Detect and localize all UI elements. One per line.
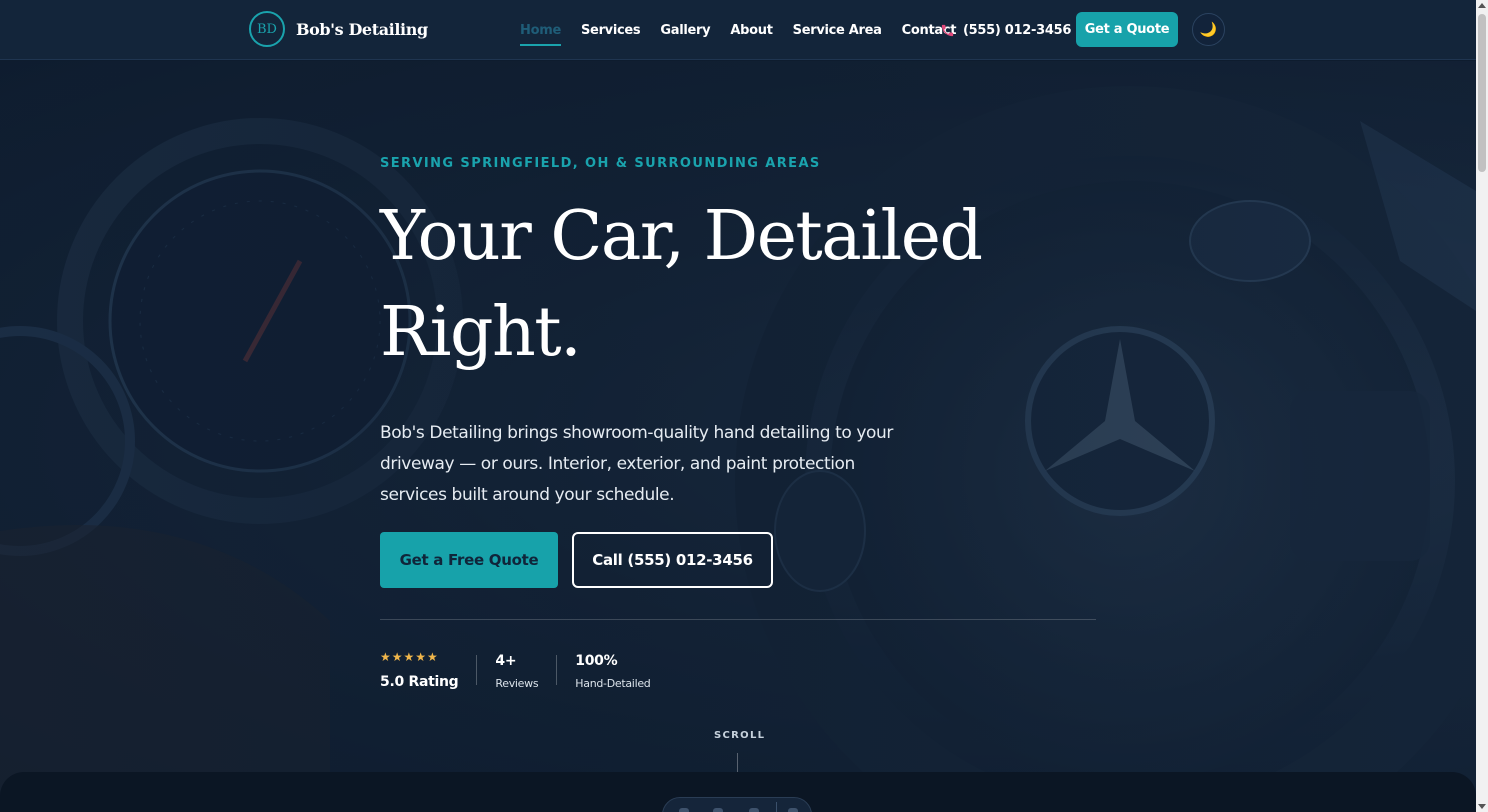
brand-name: Bob's Detailing <box>296 19 428 39</box>
stat-rating-label: 5.0 Rating <box>380 674 459 690</box>
navbar: BD Bob's Detailing Home Services Gallery… <box>0 0 1476 60</box>
hero-title: Your Car, Detailed Right. <box>380 189 1080 381</box>
hero-stats: ★★★★★ 5.0 Rating 4+ Reviews 100% Hand-De… <box>380 649 651 690</box>
phone-icon <box>941 24 954 36</box>
stat-reviews-label: Reviews <box>495 677 539 690</box>
hero-description: Bob's Detailing brings showroom-quality … <box>380 423 894 505</box>
moon-icon: 🌙 <box>1199 21 1218 38</box>
stat-rating: ★★★★★ 5.0 Rating <box>380 649 459 690</box>
call-phone-button[interactable]: Call (555) 012-3456 <box>572 532 773 588</box>
stat-hand-detailed: 100% Hand-Detailed <box>575 649 651 690</box>
nav-link-home[interactable]: Home <box>520 23 561 46</box>
hero-divider <box>380 619 1096 620</box>
stat-divider <box>476 655 478 685</box>
scroll-down-arrow-icon[interactable] <box>1478 804 1486 809</box>
toolbar-tool-icon[interactable] <box>679 808 689 812</box>
hero-title-line2: Right. <box>380 293 582 372</box>
floating-toolbar[interactable] <box>662 797 812 812</box>
toolbar-tool-icon[interactable] <box>749 808 759 812</box>
stat-reviews-value: 4+ <box>495 653 517 669</box>
scroll-up-arrow-icon[interactable] <box>1478 3 1486 8</box>
nav-phone-link[interactable]: (555) 012-3456 <box>940 0 1071 60</box>
stat-hand-label: Hand-Detailed <box>575 677 651 690</box>
stat-divider <box>556 655 558 685</box>
scroll-indicator-line <box>737 753 738 773</box>
star-rating-icons: ★★★★★ <box>380 650 439 664</box>
next-section <box>0 772 1476 812</box>
settings-icon[interactable] <box>788 808 798 812</box>
nav-phone-text: (555) 012-3456 <box>963 22 1072 38</box>
hero-section: SERVING SPRINGFIELD, OH & SURROUNDING AR… <box>0 61 1476 812</box>
nav-link-about[interactable]: About <box>730 23 773 38</box>
stat-hand-value: 100% <box>575 653 618 669</box>
get-free-quote-button[interactable]: Get a Free Quote <box>380 532 558 588</box>
hero-eyebrow: SERVING SPRINGFIELD, OH & SURROUNDING AR… <box>380 156 821 171</box>
page-scrollbar[interactable] <box>1476 0 1488 812</box>
get-a-quote-button[interactable]: Get a Quote <box>1076 12 1178 47</box>
brand-badge: BD <box>249 11 285 47</box>
hero-title-line1: Your Car, Detailed <box>380 197 983 276</box>
theme-toggle-button[interactable]: 🌙 <box>1192 13 1225 46</box>
brand-logo[interactable]: BD Bob's Detailing <box>249 11 428 47</box>
scrollbar-thumb[interactable] <box>1478 14 1486 172</box>
nav-link-gallery[interactable]: Gallery <box>660 23 710 38</box>
nav-link-service-area[interactable]: Service Area <box>793 23 882 38</box>
scroll-indicator-label[interactable]: SCROLL <box>714 730 765 741</box>
nav-links: Home Services Gallery About Service Area… <box>520 0 976 60</box>
toolbar-divider <box>776 802 777 812</box>
stat-reviews: 4+ Reviews <box>495 649 538 690</box>
toolbar-tool-icon[interactable] <box>713 808 723 812</box>
nav-link-services[interactable]: Services <box>581 23 641 38</box>
